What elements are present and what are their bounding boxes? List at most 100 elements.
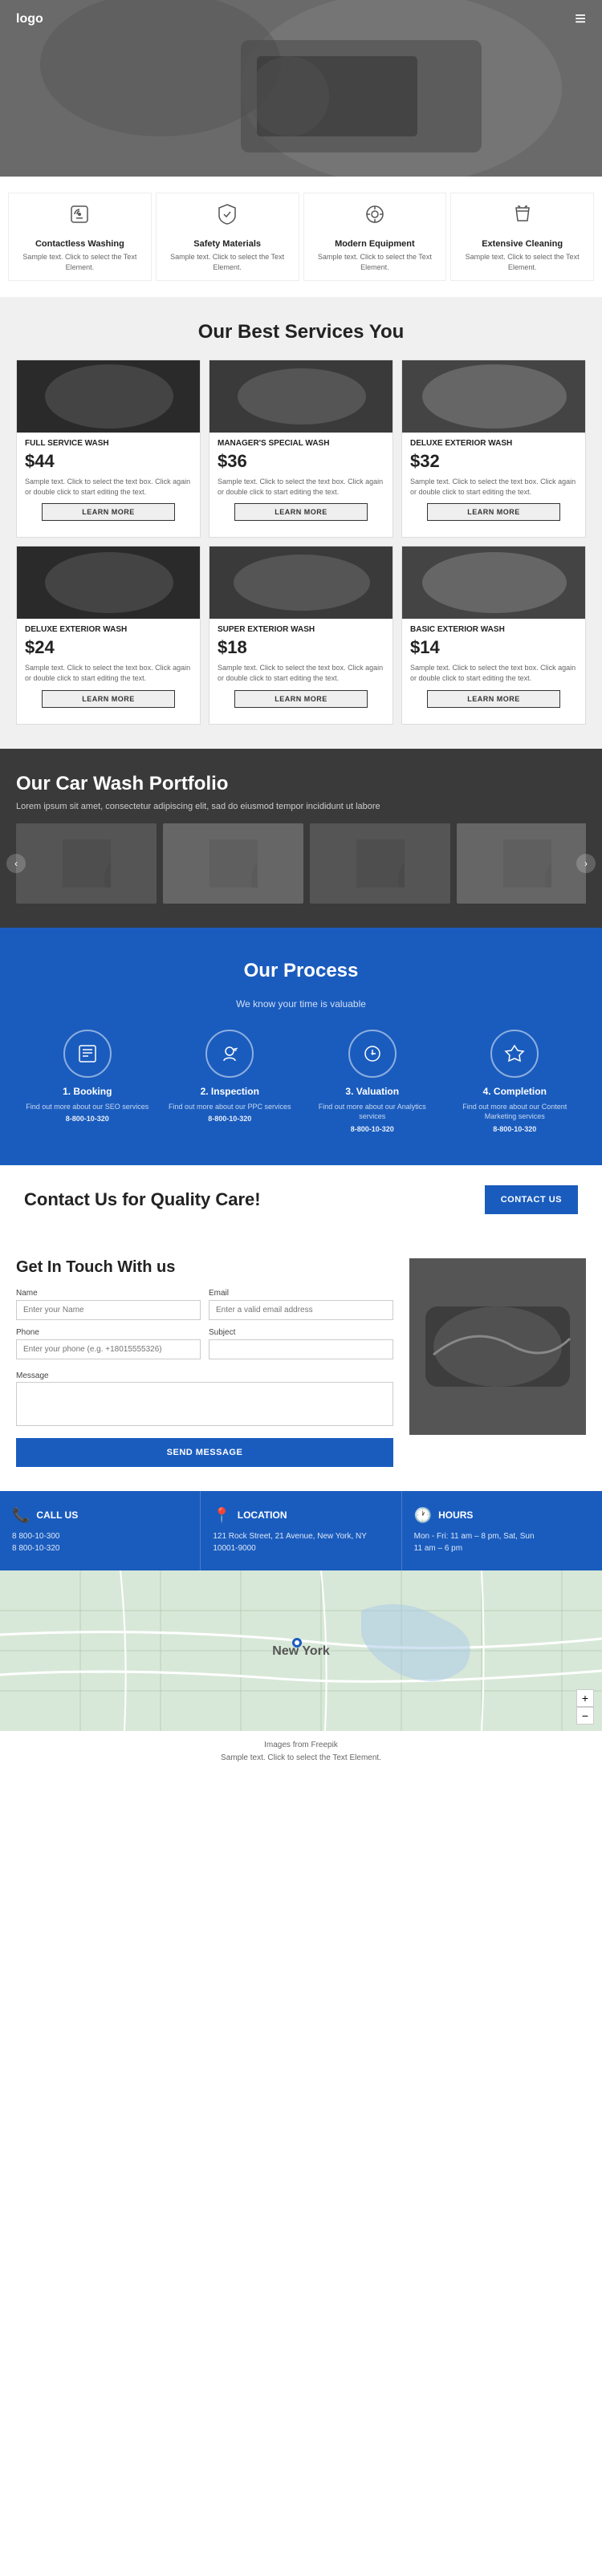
email-input[interactable] (209, 1300, 393, 1320)
info-cards-row: 📞 CALL US 8 800-10-300 8 800-10-320 📍 LO… (0, 1491, 602, 1570)
contact-banner: Contact Us for Quality Care! CONTACT US (0, 1165, 602, 1234)
feature-cleaning-desc: Sample text. Click to select the Text El… (455, 252, 589, 272)
services-section: Our Best Services You FULL SERVICE WASH … (0, 297, 602, 748)
process-subtitle: We know your time is valuable (16, 998, 586, 1010)
call-icon: 📞 (12, 1507, 30, 1524)
service-card-1[interactable]: MANAGER'S SPECIAL WASH $36 Sample text. … (209, 360, 393, 538)
service-img-2 (402, 360, 585, 433)
step-desc-3: Find out more about our Content Marketin… (452, 1102, 579, 1122)
service-price-3: $24 (25, 637, 192, 658)
map-zoom-in-btn[interactable]: + (576, 1689, 594, 1707)
process-section: Our Process We know your time is valuabl… (0, 928, 602, 1165)
feature-equipment[interactable]: Modern Equipment Sample text. Click to s… (303, 193, 447, 281)
process-step-3: 4. Completion Find out more about our Co… (444, 1030, 587, 1133)
hours-icon: 🕐 (414, 1507, 432, 1524)
learn-more-btn-4[interactable]: LEARN MORE (234, 690, 368, 708)
phone-input[interactable] (16, 1339, 201, 1359)
step-phone-2: 8-800-10-320 (309, 1125, 436, 1133)
cleaning-icon (510, 201, 535, 233)
location-line-0: 121 Rock Street, 21 Avenue, New York, NY (213, 1530, 388, 1542)
send-message-button[interactable]: SEND MESSAGE (16, 1438, 393, 1467)
touch-form-area: Get In Touch With us Name Email Phone Su… (16, 1258, 393, 1467)
map-section: New York + − (0, 1570, 602, 1731)
step-phone-0: 8-800-10-320 (24, 1115, 151, 1123)
feature-cleaning[interactable]: Extensive Cleaning Sample text. Click to… (450, 193, 594, 281)
learn-more-btn-1[interactable]: LEARN MORE (234, 503, 368, 521)
step-phone-1: 8-800-10-320 (167, 1115, 294, 1123)
portfolio-subtitle: Lorem ipsum sit amet, consectetur adipis… (16, 802, 586, 811)
touch-title: Get In Touch With us (16, 1258, 393, 1277)
feature-safety[interactable]: Safety Materials Sample text. Click to s… (156, 193, 299, 281)
service-desc-1: Sample text. Click to select the text bo… (218, 477, 384, 497)
service-card-4[interactable]: SUPER EXTERIOR WASH $18 Sample text. Cli… (209, 546, 393, 724)
step-desc-0: Find out more about our SEO services (24, 1102, 151, 1112)
service-name-5: BASIC EXTERIOR WASH (410, 625, 577, 634)
touch-section: Get In Touch With us Name Email Phone Su… (0, 1234, 602, 1491)
feature-safety-title: Safety Materials (193, 239, 261, 249)
process-circle-3 (490, 1030, 539, 1078)
service-card-5[interactable]: BASIC EXTERIOR WASH $14 Sample text. Cli… (401, 546, 586, 724)
message-label: Message (16, 1371, 49, 1380)
contact-us-button[interactable]: CONTACT US (485, 1185, 578, 1214)
hours-line-0: Mon - Fri: 11 am – 8 pm, Sat, Sun (414, 1530, 590, 1542)
message-textarea[interactable] (16, 1382, 393, 1426)
location-title: LOCATION (238, 1509, 287, 1521)
service-price-5: $14 (410, 637, 577, 658)
step-phone-3: 8-800-10-320 (452, 1125, 579, 1133)
service-price-4: $18 (218, 637, 384, 658)
feature-equipment-title: Modern Equipment (335, 239, 415, 249)
service-img-4 (209, 546, 393, 619)
feature-equipment-desc: Sample text. Click to select the Text El… (308, 252, 442, 272)
portfolio-next-btn[interactable]: › (576, 854, 596, 873)
subject-input[interactable] (209, 1339, 393, 1359)
learn-more-btn-0[interactable]: LEARN MORE (42, 503, 175, 521)
call-title: CALL US (36, 1509, 78, 1521)
process-circle-1 (205, 1030, 254, 1078)
service-desc-5: Sample text. Click to select the text bo… (410, 663, 577, 683)
feature-cleaning-title: Extensive Cleaning (482, 239, 563, 249)
service-card-0[interactable]: FULL SERVICE WASH $44 Sample text. Click… (16, 360, 201, 538)
touch-image (409, 1258, 586, 1435)
feature-contactless-desc: Sample text. Click to select the Text El… (13, 252, 147, 272)
portfolio-slider: ‹ › (16, 823, 586, 904)
step-title-2: 3. Valuation (309, 1086, 436, 1097)
portfolio-section: Our Car Wash Portfolio Lorem ipsum sit a… (0, 749, 602, 928)
service-desc-3: Sample text. Click to select the text bo… (25, 663, 192, 683)
service-name-4: SUPER EXTERIOR WASH (218, 625, 384, 634)
service-desc-4: Sample text. Click to select the text bo… (218, 663, 384, 683)
learn-more-btn-3[interactable]: LEARN MORE (42, 690, 175, 708)
hours-line-1: 11 am – 6 pm (414, 1542, 590, 1554)
hours-title: HOURS (438, 1509, 473, 1521)
feature-safety-desc: Sample text. Click to select the Text El… (161, 252, 295, 272)
portfolio-img-0 (16, 823, 157, 904)
service-price-0: $44 (25, 451, 192, 472)
info-card-call: 📞 CALL US 8 800-10-300 8 800-10-320 (0, 1491, 201, 1570)
learn-more-btn-5[interactable]: LEARN MORE (427, 690, 560, 708)
map-zoom-out-btn[interactable]: − (576, 1707, 594, 1725)
service-desc-2: Sample text. Click to select the text bo… (410, 477, 577, 497)
call-line-1: 8 800-10-320 (12, 1542, 188, 1554)
features-row: Contactless Washing Sample text. Click t… (0, 177, 602, 297)
service-price-2: $32 (410, 451, 577, 472)
call-line-0: 8 800-10-300 (12, 1530, 188, 1542)
equipment-icon (362, 201, 388, 233)
portfolio-prev-btn[interactable]: ‹ (6, 854, 26, 873)
service-card-2[interactable]: DELUXE EXTERIOR WASH $32 Sample text. Cl… (401, 360, 586, 538)
service-card-3[interactable]: DELUXE EXTERIOR WASH $24 Sample text. Cl… (16, 546, 201, 724)
step-desc-2: Find out more about our Analytics servic… (309, 1102, 436, 1122)
service-price-1: $36 (218, 451, 384, 472)
service-img-0 (17, 360, 200, 433)
footer-credits: Images from Freepik (16, 1741, 586, 1749)
step-title-3: 4. Completion (452, 1086, 579, 1097)
learn-more-btn-2[interactable]: LEARN MORE (427, 503, 560, 521)
feature-contactless[interactable]: Contactless Washing Sample text. Click t… (8, 193, 152, 281)
info-card-hours: 🕐 HOURS Mon - Fri: 11 am – 8 pm, Sat, Su… (402, 1491, 602, 1570)
footer-text: Sample text. Click to select the Text El… (16, 1753, 586, 1762)
service-name-0: FULL SERVICE WASH (25, 439, 192, 448)
name-input[interactable] (16, 1300, 201, 1320)
nav-menu-button[interactable]: ≡ (575, 8, 586, 30)
process-step-0: 1. Booking Find out more about our SEO s… (16, 1030, 159, 1133)
process-step-1: 2. Inspection Find out more about our PP… (159, 1030, 302, 1133)
contactless-icon (67, 201, 92, 233)
process-step-2: 3. Valuation Find out more about our Ana… (301, 1030, 444, 1133)
